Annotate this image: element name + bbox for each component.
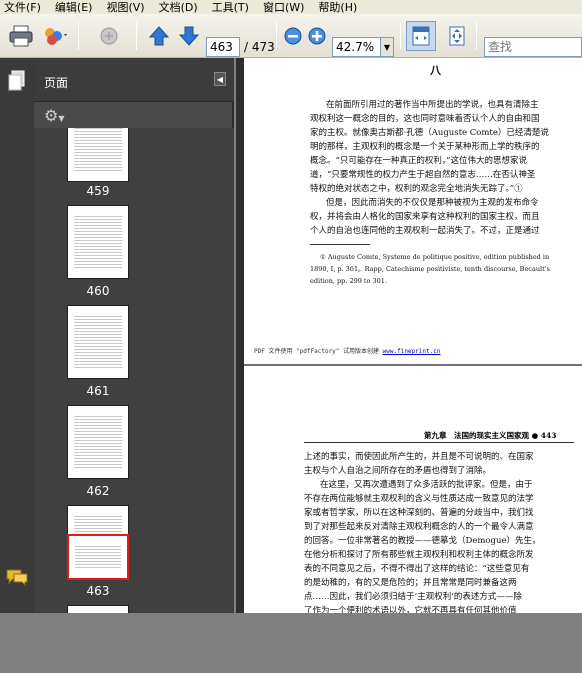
document-page: 第九章 法国的现实主义国家观 ● 443 上述的事实，而使因此所产生的，并且是不… <box>244 366 582 613</box>
previous-page-icon[interactable] <box>146 24 172 48</box>
footer-link[interactable]: www.fineprint.cn <box>383 348 441 355</box>
fit-page-icon[interactable] <box>444 24 470 48</box>
panel-title: 页面 <box>44 76 69 90</box>
paragraph-line: 家的主权。就像奥古斯都·孔德（Auguste Comte）已经清楚说 <box>310 128 549 138</box>
navigation-strip: ⌕ <box>0 58 34 672</box>
attachment-icon[interactable]: ⌕ <box>8 658 15 673</box>
panel-scrollbar[interactable] <box>236 58 244 613</box>
header-rule <box>304 442 574 443</box>
thumbnail-label: 462 <box>86 484 110 498</box>
comments-icon[interactable] <box>5 568 29 586</box>
paragraph-line: 在前面所引用过的著作当中所提出的学说，也具有清除主 <box>326 100 539 110</box>
page-thumbnail[interactable] <box>67 305 129 379</box>
section-heading: 八 <box>430 64 441 77</box>
page-thumbnail[interactable] <box>67 405 129 479</box>
thumbnail-label: 461 <box>86 384 110 398</box>
menu-document[interactable]: 文档(D) <box>159 0 198 14</box>
paragraph-line: 的回答。一位非常著名的教授——德摹戈（Demogue）先生， <box>304 536 541 546</box>
toolbar: / 473 ▼ <box>0 14 582 58</box>
paragraph-line: 明的那样，主观权利的概念是一个关于某种形而上学的秩序的 <box>310 142 540 152</box>
search-input[interactable] <box>484 37 582 57</box>
toolbar-separator <box>78 22 79 50</box>
menu-help[interactable]: 帮助(H) <box>318 0 357 14</box>
page-thumbnail[interactable] <box>67 605 129 613</box>
thumbnail-label: 460 <box>86 284 110 298</box>
menu-window[interactable]: 窗口(W) <box>263 0 304 14</box>
pages-panel: 页面 ◀ ⚙▼ 459 460 461 462 463 <box>34 58 234 613</box>
toolbar-separator <box>276 22 277 50</box>
footnote-line: edition, pp. 299 to 301. <box>310 277 388 285</box>
paragraph-line: 概念。“只可能存在一种真正的权利，”这位伟大的思想家说 <box>310 156 527 166</box>
menu-edit[interactable]: 编辑(E) <box>55 0 93 14</box>
toolbar-separator <box>400 22 401 50</box>
menu-bar: 文件(F) 编辑(E) 视图(V) 文档(D) 工具(T) 窗口(W) 帮助(H… <box>0 0 582 14</box>
footnote-rule <box>310 244 370 245</box>
thumbnail-label: 459 <box>86 184 110 198</box>
paragraph-line: 表的不同意见之后，不得不得出了这样的结论：“这些意见有 <box>304 564 530 574</box>
zoom-dropdown-icon[interactable]: ▼ <box>380 37 394 57</box>
menu-view[interactable]: 视图(V) <box>106 0 144 14</box>
menu-file[interactable]: 文件(F) <box>4 0 41 14</box>
sign-icon[interactable] <box>98 24 124 48</box>
zoom-out-icon[interactable] <box>280 24 306 48</box>
print-icon[interactable] <box>8 24 34 48</box>
footer-text: PDF 文件使用 "pdfFactory" 试用版本创建 <box>254 348 383 355</box>
collaborate-icon[interactable] <box>42 24 68 48</box>
toolbar-separator <box>136 22 137 50</box>
panel-header: 页面 ◀ <box>34 58 234 102</box>
page-thumbnail[interactable] <box>67 505 129 580</box>
document-area: 八 在前面所引用过的著作当中所提出的学说，也具有清除主 观权利这一概念的目的，这… <box>244 58 582 613</box>
paragraph-line: 在他分析和探讨了所有那些就主观权利和权利主体的概念所发 <box>304 550 534 560</box>
paragraph-line: 权，并将会由人格化的国家来享有这种权利的国家主权，而且 <box>310 212 540 222</box>
pdf-footer: PDF 文件使用 "pdfFactory" 试用版本创建 www.finepri… <box>254 346 440 355</box>
menu-tools[interactable]: 工具(T) <box>212 0 249 14</box>
next-page-icon[interactable] <box>176 24 202 48</box>
paragraph-line: 的是幼稚的，有的又是危险的；并且常常是同时兼备这两 <box>304 578 517 588</box>
running-header: 第九章 法国的现实主义国家观 ● 443 <box>424 431 557 440</box>
paragraph-line: 上述的事实，而使因此所产生的，并且是不可说明的、在国家 <box>304 452 534 462</box>
zoom-in-icon[interactable] <box>304 24 330 48</box>
paragraph-line: 点……因此，我们必须归结于‘主观权利’的表述方式——除 <box>304 592 522 602</box>
panel-options-gear-icon[interactable]: ⚙▼ <box>44 108 70 124</box>
thumbnail-list: 459 460 461 462 463 <box>34 128 234 613</box>
paragraph-line: 主权与个人自治之间所存在的矛盾也得到了消除。 <box>304 466 492 476</box>
page-number-input[interactable] <box>206 37 240 57</box>
document-page: 八 在前面所引用过的著作当中所提出的学说，也具有清除主 观权利这一概念的目的，这… <box>244 58 582 364</box>
zoom-input[interactable] <box>332 37 380 57</box>
paragraph-line: 但是，因此而消失的不仅仅是那种被视为主观的发布命令 <box>326 198 539 208</box>
page-total: / 473 <box>244 40 275 54</box>
fit-width-icon[interactable] <box>406 21 436 51</box>
footnote-line: 1890, I, p. 361。Rapp, Catechisme positiv… <box>310 265 550 273</box>
footnote-line: ① Auguste Comte, Systeme de politique po… <box>320 253 550 261</box>
paragraph-line: 家或者哲学家，所以在这种深刻的、普遍的分歧当中，我们找 <box>304 508 534 518</box>
paragraph-line: 到了对那些起来反对清除主观权利概念的人的一个最令人满意 <box>304 522 534 532</box>
thumbnail-label: 463 <box>86 584 110 598</box>
paragraph-line: 了作为一个便利的术语以外，它就不再具有任何其他价值 <box>304 606 517 613</box>
pages-panel-icon[interactable] <box>7 70 27 92</box>
paragraph-line: 不存在两位能够就主观权利的含义与性质达成一致意见的法学 <box>304 494 534 504</box>
toolbar-separator <box>476 22 477 50</box>
paragraph-line: 在这里，又再次遭遇到了众多活跃的批评家。但是，由于 <box>320 480 533 490</box>
page-thumbnail[interactable] <box>67 205 129 279</box>
current-view-indicator[interactable] <box>67 534 129 580</box>
paragraph-line: 观权利这一概念的目的，这也同时意味着否认个人的自由和国 <box>310 114 540 124</box>
collapse-panel-button[interactable]: ◀ <box>214 72 226 86</box>
paragraph-line: 个人的自治也连同他的主观权利一起消失了。不过，正是通过 <box>310 226 540 236</box>
page-thumbnail[interactable] <box>67 128 129 182</box>
paragraph-line: 特权的绝对状态之中，权利的观念完全地消失无踪了。”① <box>310 184 523 194</box>
paragraph-line: 道，“只要常规性的权力产生于超自然的意志……在否认神圣 <box>310 170 536 180</box>
